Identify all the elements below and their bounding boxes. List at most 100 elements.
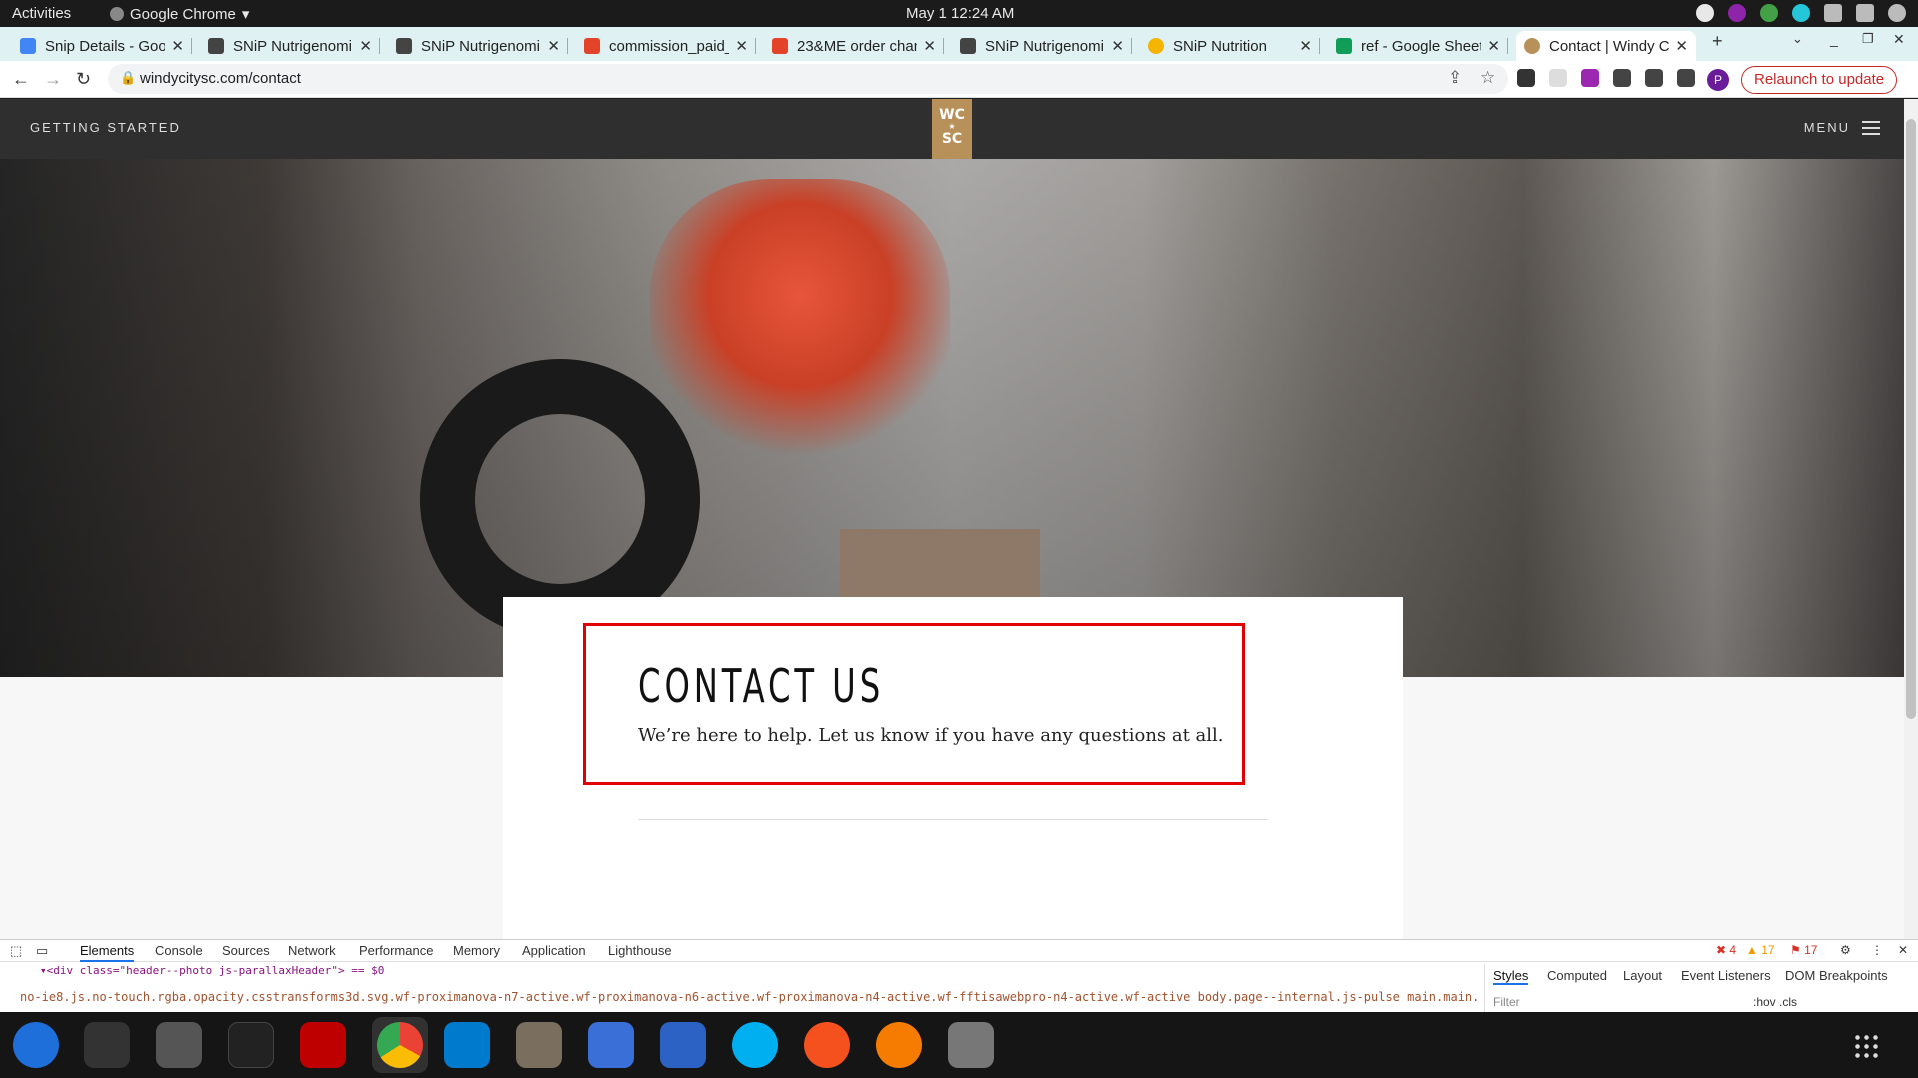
blender-icon[interactable] [876,1022,922,1068]
tab-application[interactable]: Application [522,943,586,958]
tab-elements[interactable]: Elements [80,943,135,962]
lock-icon[interactable]: 🔒 [120,70,136,86]
hov-cls-toggle[interactable]: :hov .cls [1753,995,1797,1009]
text-editor-icon[interactable] [588,1022,634,1068]
app-tray-icon[interactable] [1728,4,1746,22]
tab-memory[interactable]: Memory [453,943,500,958]
tab-strip: Snip Details - Goo ✕ SNiP Nutrigenomi ✕ … [0,27,1918,61]
calculator-icon[interactable] [156,1022,202,1068]
tab-layout[interactable]: Layout [1623,968,1662,983]
extensions-puzzle-icon[interactable] [1613,69,1631,87]
clock[interactable]: May 1 12:24 AM [906,5,1014,22]
document-viewer-icon[interactable] [660,1022,706,1068]
extension-tray-icon[interactable] [1760,4,1778,22]
issue-count-badge[interactable]: ⚑ 17 [1790,943,1817,957]
tab-snip-nutrition[interactable]: SNiP Nutrition ✕ [1140,31,1320,61]
inkscape-icon[interactable] [804,1022,850,1068]
show-applications-icon[interactable] [1853,1033,1879,1059]
tab-network[interactable]: Network [288,943,336,958]
scrollbar-thumb[interactable] [1906,119,1916,719]
filezilla-icon[interactable] [300,1022,346,1068]
close-icon[interactable]: ✕ [735,37,748,55]
close-icon[interactable]: ✕ [171,37,184,55]
more-options-icon[interactable]: ⋮ [1871,943,1883,957]
app-menu[interactable]: Google Chrome ▾ [110,5,249,23]
gitlab-icon [772,38,788,54]
tab-lighthouse[interactable]: Lighthouse [608,943,672,958]
tab-23andme-order[interactable]: 23&ME order chan ✕ [764,31,944,61]
sync-tray-icon[interactable] [1792,4,1810,22]
chrome-tray-icon[interactable] [1696,4,1714,22]
activities-button[interactable]: Activities [12,5,71,22]
profile-avatar[interactable]: P [1707,69,1729,91]
close-icon[interactable]: ✕ [1487,37,1500,55]
tab-title: Contact | Windy Ci [1549,37,1670,55]
close-icon[interactable]: ✕ [1675,37,1688,55]
restore-button[interactable]: ❐ [1862,31,1874,47]
close-icon[interactable]: ✕ [359,37,372,55]
getting-started-link[interactable]: GETTING STARTED [30,120,181,135]
close-devtools-icon[interactable]: ✕ [1898,943,1908,957]
tab-commission-paid[interactable]: commission_paid_ ✕ [576,31,756,61]
side-panel-icon[interactable] [1677,69,1695,87]
address-bar[interactable]: 🔒 windycitysc.com/contact ⇪ ☆ [108,64,1508,94]
chrome-icon[interactable] [372,1017,428,1073]
close-icon[interactable]: ✕ [1111,37,1124,55]
thunderbird-icon[interactable] [13,1022,59,1068]
close-icon[interactable]: ✕ [923,37,936,55]
pen-extension-icon[interactable] [1581,69,1599,87]
vscode-icon[interactable] [444,1022,490,1068]
site-logo[interactable]: WC ★ SC [932,99,972,161]
system-tray[interactable] [1696,4,1906,22]
tab-search-icon[interactable]: ⌄ [1792,31,1803,47]
tab-contact-windy-city[interactable]: Contact | Windy Ci ✕ [1516,31,1696,61]
url-text[interactable]: windycitysc.com/contact [140,70,301,87]
snip-icon [960,38,976,54]
new-tab-button[interactable]: + [1712,31,1723,52]
selected-dom-node[interactable]: ▾<div class="header--photo js-parallaxHe… [40,964,384,977]
volume-icon[interactable] [1856,4,1874,22]
download-icon[interactable] [1645,69,1663,87]
back-button[interactable]: ← [12,69,30,90]
inspect-element-icon[interactable]: ⬚ [10,943,22,959]
disk-icon[interactable] [948,1022,994,1068]
tab-console[interactable]: Console [155,943,203,958]
tab-styles[interactable]: Styles [1493,968,1529,985]
close-icon[interactable]: ✕ [1299,37,1312,55]
app-menu-label: Google Chrome [130,5,236,23]
power-icon[interactable] [1888,4,1906,22]
warning-count-badge[interactable]: ▲ 17 [1746,943,1775,957]
system-monitor-icon[interactable] [228,1022,274,1068]
close-icon[interactable]: ✕ [547,37,560,55]
error-count-badge[interactable]: ✖ 4 [1716,943,1736,957]
close-window-button[interactable]: ✕ [1893,31,1905,48]
terminal-icon[interactable] [84,1022,130,1068]
menu-button[interactable]: MENU [1804,120,1880,135]
tab-event-listeners[interactable]: Event Listeners [1681,968,1771,983]
tab-snip-details[interactable]: Snip Details - Goo ✕ [12,31,192,61]
tab-computed[interactable]: Computed [1547,968,1607,983]
tab-ref-google-sheet[interactable]: ref - Google Sheet ✕ [1328,31,1508,61]
forward-button[interactable]: → [44,69,62,90]
tab-dom-breakpoints[interactable]: DOM Breakpoints [1785,968,1888,983]
dom-breadcrumbs[interactable]: no-ie8.js.no-touch.rgba.opacity.csstrans… [20,990,1480,1004]
skype-icon[interactable] [732,1022,778,1068]
settings-gear-icon[interactable]: ⚙ [1840,943,1851,957]
calendar-extension-icon[interactable] [1549,69,1567,87]
reload-button[interactable]: ↻ [76,69,91,90]
network-icon[interactable] [1824,4,1842,22]
tab-snip-nutrigenomics-3[interactable]: SNiP Nutrigenomi ✕ [952,31,1132,61]
device-toolbar-icon[interactable]: ▭ [36,943,48,959]
share-icon[interactable]: ⇪ [1448,68,1462,88]
tab-sources[interactable]: Sources [222,943,270,958]
relaunch-to-update-button[interactable]: Relaunch to update [1741,66,1898,94]
styles-filter-input[interactable]: Filter [1493,995,1520,1009]
files-icon[interactable] [516,1022,562,1068]
minimize-button[interactable]: _ [1830,31,1838,47]
tab-snip-nutrigenomics-1[interactable]: SNiP Nutrigenomi ✕ [200,31,380,61]
tab-snip-nutrigenomics-2[interactable]: SNiP Nutrigenomi ✕ [388,31,568,61]
tab-performance[interactable]: Performance [359,943,433,958]
eyedropper-extension-icon[interactable] [1517,69,1535,87]
page-scrollbar[interactable] [1904,99,1918,939]
bookmark-star-icon[interactable]: ☆ [1480,68,1495,88]
